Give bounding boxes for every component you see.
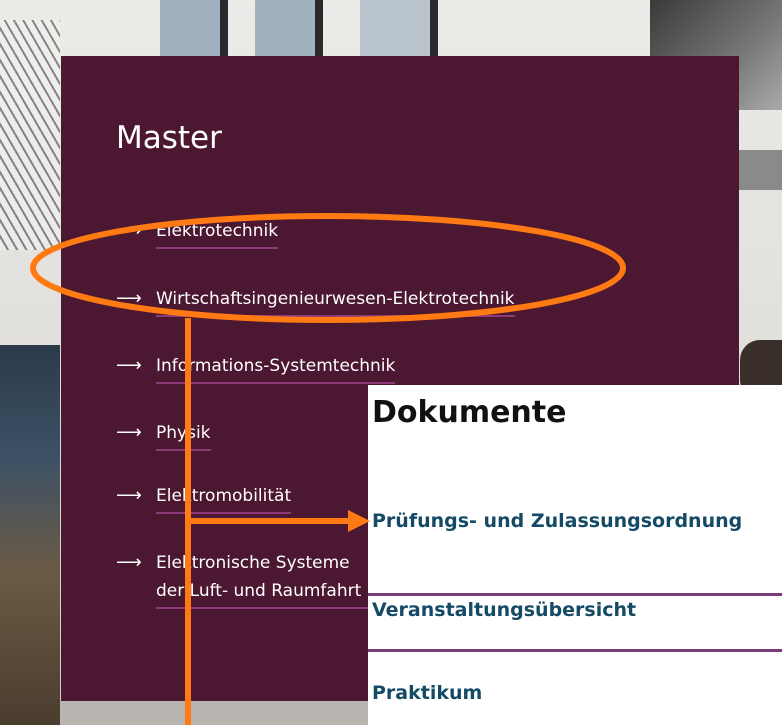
arrow-right-icon: ⟶ <box>116 220 142 241</box>
window <box>160 0 220 60</box>
master-link-elektronische-systeme[interactable]: ⟶ Elektronische Systeme der Luft- und Ra… <box>116 553 376 609</box>
arrow-right-icon: ⟶ <box>116 422 142 443</box>
master-link-label: Elektromobilität <box>156 482 292 514</box>
documents-panel: Dokumente Prüfungs- und Zulassungsordnun… <box>368 385 782 725</box>
documents-title: Dokumente <box>372 395 567 430</box>
master-link-label: Physik <box>156 419 211 451</box>
divider <box>368 593 782 596</box>
arrow-right-icon: ⟶ <box>116 355 142 376</box>
document-link-veranstaltungsuebersicht[interactable]: Veranstaltungsübersicht <box>372 599 782 621</box>
document-link-praktikum[interactable]: Praktikum <box>372 682 782 704</box>
master-link-label: Informations-Systemtechnik <box>156 352 396 384</box>
master-link-elektrotechnik[interactable]: ⟶ Elektrotechnik <box>116 220 279 249</box>
wall-shelf <box>738 150 782 190</box>
window <box>360 0 430 60</box>
floor <box>60 700 380 725</box>
window <box>255 0 315 60</box>
window-frame <box>220 0 228 60</box>
master-title: Master <box>116 120 222 156</box>
window-frame <box>430 0 438 60</box>
master-link-informations-systemtechnik[interactable]: ⟶ Informations-Systemtechnik <box>116 355 396 384</box>
divider <box>368 649 782 652</box>
master-link-label: Elektrotechnik <box>156 217 279 249</box>
arrow-right-icon: ⟶ <box>116 485 142 506</box>
master-link-wirtschaftsingenieurwesen[interactable]: ⟶ Wirtschaftsingenieurwesen-Elektrotechn… <box>116 289 515 317</box>
document-link-pruefungsordnung[interactable]: Prüfungs- und Zulassungsordnung <box>372 510 782 532</box>
master-link-physik[interactable]: ⟶ Physik <box>116 423 211 451</box>
master-link-label: Elektronische Systeme der Luft- und Raum… <box>156 549 376 609</box>
master-link-elektromobilitaet[interactable]: ⟶ Elektromobilität <box>116 485 292 514</box>
arrow-right-icon: ⟶ <box>116 288 142 309</box>
window-frame <box>315 0 323 60</box>
person-left <box>0 345 60 725</box>
master-link-label: Wirtschaftsingenieurwesen-Elektrotechnik <box>156 285 515 317</box>
wall-sketch <box>0 20 60 250</box>
arrow-right-icon: ⟶ <box>116 552 142 573</box>
